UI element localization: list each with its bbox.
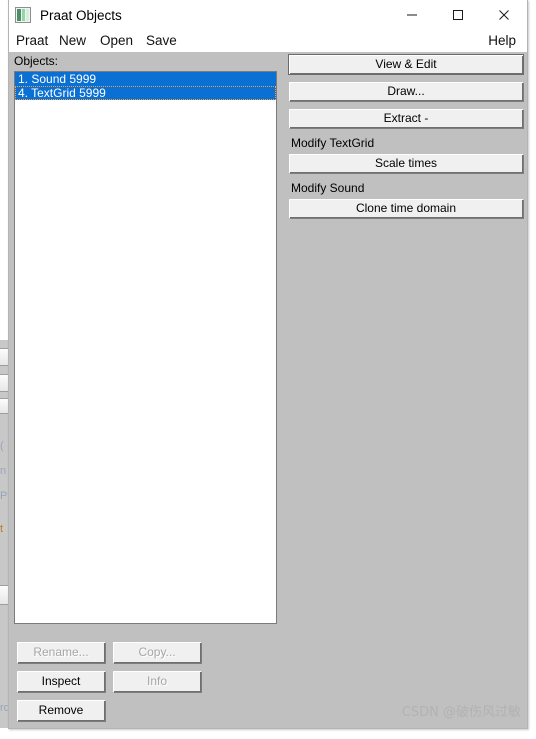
fixed-buttons-row: Remove	[17, 700, 277, 721]
extract-button[interactable]: Extract -	[289, 109, 523, 128]
remove-button[interactable]: Remove	[17, 700, 105, 721]
menu-bar: Praat New Open Save Help	[9, 30, 527, 53]
list-item[interactable]: 1. Sound 5999	[15, 72, 276, 86]
maximize-icon[interactable]	[435, 0, 481, 30]
modify-sound-label: Modify Sound	[291, 181, 365, 195]
close-icon[interactable]	[481, 0, 527, 30]
copy-button[interactable]: Copy...	[113, 642, 201, 663]
rename-button[interactable]: Rename...	[17, 642, 105, 663]
menu-item-save[interactable]: Save	[146, 31, 177, 51]
modify-textgrid-label: Modify TextGrid	[291, 136, 375, 150]
scale-times-button[interactable]: Scale times	[289, 154, 523, 173]
objects-list[interactable]: 1. Sound 5999 4. TextGrid 5999	[14, 71, 277, 624]
title-bar[interactable]: Praat Objects	[9, 0, 527, 30]
menu-item-praat[interactable]: Praat	[16, 31, 48, 51]
praat-objects-window: Praat Objects Praat New Open Save Help O…	[8, 0, 528, 729]
clone-time-domain-button[interactable]: Clone time domain	[289, 199, 523, 218]
view-and-edit-button[interactable]: View & Edit	[289, 55, 523, 74]
list-item[interactable]: 4. TextGrid 5999	[15, 86, 276, 100]
window-controls	[389, 0, 527, 30]
window-title: Praat Objects	[40, 7, 122, 23]
draw-button[interactable]: Draw...	[289, 82, 523, 101]
client-area: Objects: 1. Sound 5999 4. TextGrid 5999 …	[9, 52, 527, 728]
info-button[interactable]: Info	[113, 671, 201, 692]
fixed-buttons-row: Inspect Info	[17, 671, 277, 692]
praat-app-icon	[15, 7, 31, 23]
menu-item-new[interactable]: New	[59, 31, 86, 51]
fixed-buttons-row: Rename... Copy...	[17, 642, 277, 663]
inspect-button[interactable]: Inspect	[17, 671, 105, 692]
menu-item-open[interactable]: Open	[100, 31, 133, 51]
command-panel: View & Edit Draw... Extract - Modify Tex…	[289, 55, 525, 226]
minimize-icon[interactable]	[389, 0, 435, 30]
fixed-buttons-panel: Rename... Copy... Inspect Info Remove	[17, 642, 277, 729]
watermark: CSDN @破伤风过敏	[401, 705, 521, 720]
menu-item-help[interactable]: Help	[488, 31, 516, 51]
objects-label: Objects:	[14, 54, 59, 68]
desktop-background: ( n P t rd Praat Objects Praat New Open …	[0, 0, 536, 739]
